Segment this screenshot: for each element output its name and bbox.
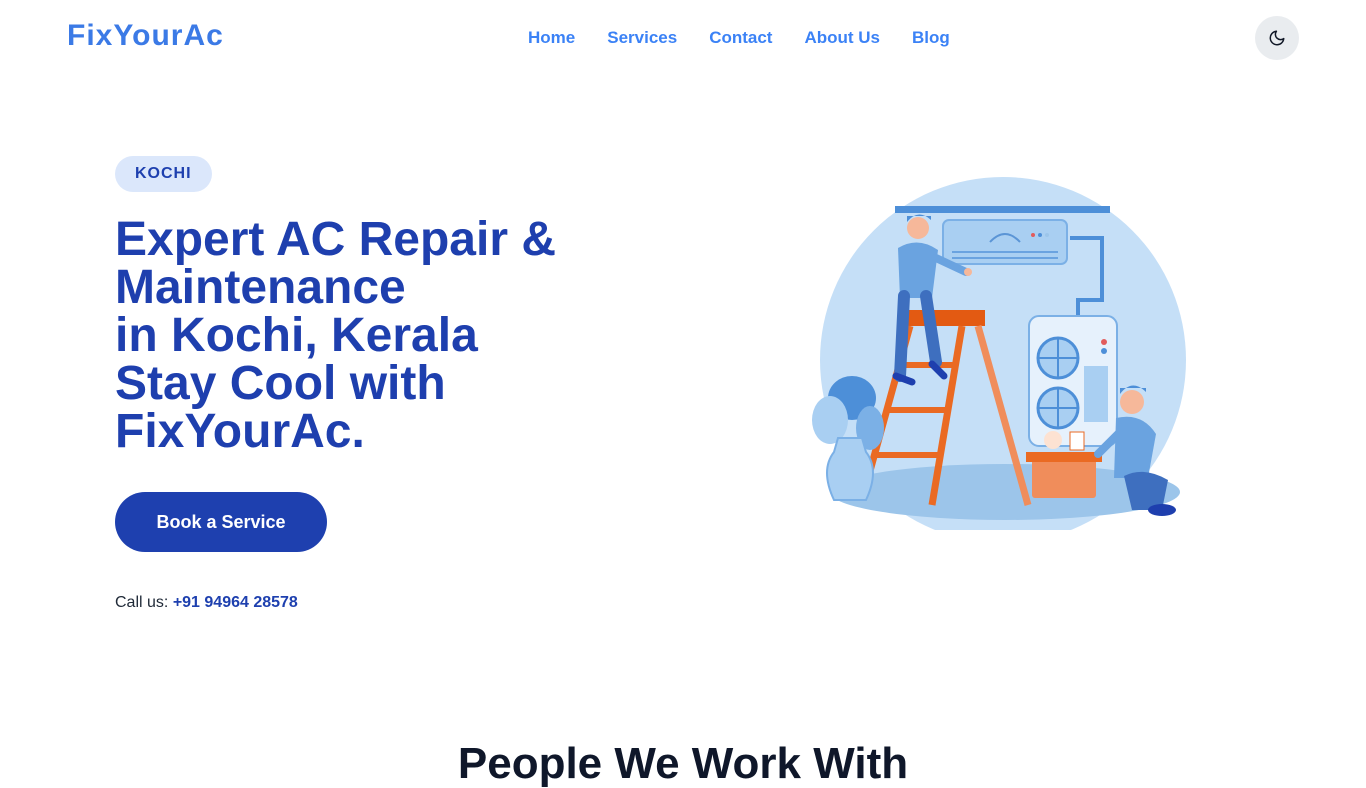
book-service-button[interactable]: Book a Service [115, 492, 327, 552]
ac-technicians-illustration [812, 177, 1186, 530]
nav-about-us[interactable]: About Us [804, 28, 880, 48]
site-logo[interactable]: FixYourAc [67, 19, 224, 53]
location-badge: KOCHI [115, 156, 212, 192]
phone-link[interactable]: +91 94964 28578 [173, 594, 298, 611]
site-header: FixYourAc Home Services Contact About Us… [0, 0, 1366, 76]
nav-contact[interactable]: Contact [709, 28, 772, 48]
headline-line: Expert AC Repair & [115, 213, 556, 266]
headline-line: FixYourAc. [115, 405, 365, 458]
moon-icon [1269, 30, 1285, 46]
headline-line: Maintenance [115, 261, 406, 314]
section-heading-peek: People We Work With [457, 739, 909, 788]
hero-headline: Expert AC Repair & Maintenance in Kochi,… [115, 216, 635, 456]
headline-line: in Kochi, Kerala [115, 309, 478, 362]
theme-toggle-button[interactable] [1255, 16, 1299, 60]
nav-blog[interactable]: Blog [912, 28, 950, 48]
nav-services[interactable]: Services [607, 28, 677, 48]
main-nav: Home Services Contact About Us Blog [528, 28, 982, 48]
call-us-line: Call us: +91 94964 28578 [115, 594, 298, 612]
nav-home[interactable]: Home [528, 28, 575, 48]
call-us-label: Call us: [115, 594, 169, 611]
headline-line: Stay Cool with [115, 357, 446, 410]
